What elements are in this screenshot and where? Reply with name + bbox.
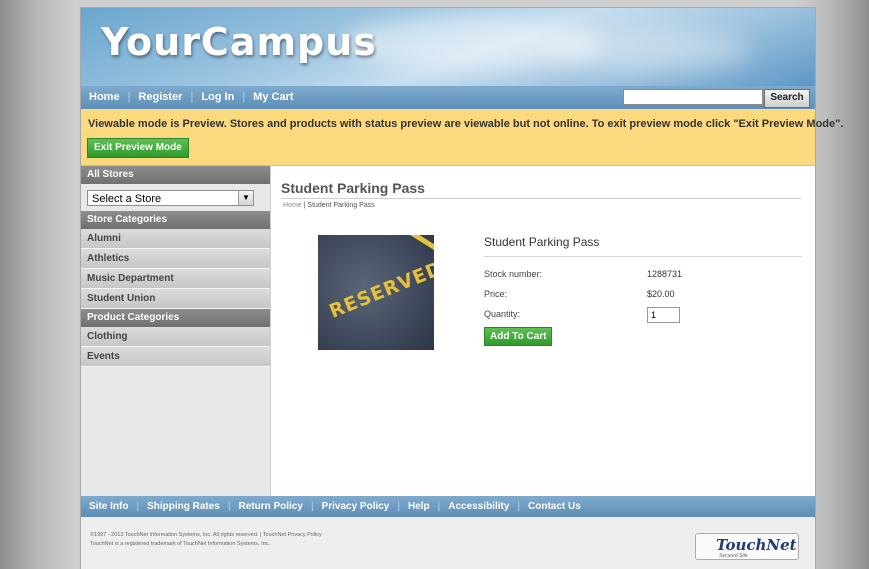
page-title: Student Parking Pass: [281, 180, 425, 196]
store-page: YourCampus Home | Register | Log In | My Cart …: [81, 8, 843, 569]
touchnet-logo-text: TouchNet: [716, 536, 797, 554]
preview-banner: Viewable mode is Preview. Stores and pro…: [81, 109, 843, 166]
quantity-label: Quantity:: [484, 309, 521, 319]
store-select-value: Select a Store: [92, 193, 162, 205]
footer: ©1997 - 2013 TouchNet Information System…: [81, 517, 815, 569]
add-to-cart-button[interactable]: Add To Cart: [484, 327, 553, 346]
touchnet-logo[interactable]: TouchNet Secured Site: [695, 533, 799, 560]
preview-message: Viewable mode is Preview. Stores and pro…: [88, 118, 844, 130]
sidebar-item-events[interactable]: Events: [81, 347, 270, 367]
top-nav: Home | Register | Log In | My Cart Search: [81, 86, 815, 109]
product-image-text: RESERVED: [326, 257, 434, 323]
footer-link-help[interactable]: Help: [408, 501, 430, 512]
footer-link-shipping-rates[interactable]: Shipping Rates: [147, 501, 220, 512]
footer-link-privacy-policy[interactable]: Privacy Policy: [322, 501, 390, 512]
store-categories-header: Store Categories: [81, 211, 270, 229]
search-button[interactable]: Search: [764, 89, 810, 108]
footer-nav: Site Info | Shipping Rates | Return Policy | P…: [81, 496, 815, 517]
nav-login-link[interactable]: Log In: [201, 91, 234, 103]
chevron-down-icon[interactable]: ▼: [238, 191, 253, 205]
nav-register-link[interactable]: Register: [138, 91, 182, 103]
price-label: Price:: [484, 289, 508, 299]
nav-home-link[interactable]: Home: [89, 91, 120, 103]
divider: [281, 198, 801, 199]
store-select[interactable]: Select a Store ▼: [87, 190, 254, 206]
search-input[interactable]: [623, 89, 763, 105]
footer-link-accessibility[interactable]: Accessibility: [448, 501, 509, 512]
sidebar-item-student-union[interactable]: Student Union: [81, 289, 270, 309]
quantity-input[interactable]: 1: [647, 307, 680, 323]
footer-link-contact-us[interactable]: Contact Us: [528, 501, 581, 512]
product-image[interactable]: RESERVED: [318, 235, 434, 350]
sidebar: All Stores Select a Store ▼ Store Catego…: [81, 166, 271, 496]
touchnet-logo-subtext: Secured Site: [719, 553, 748, 559]
product-main: Student Parking Pass Home | Student Park…: [281, 166, 811, 496]
sidebar-item-athletics[interactable]: Athletics: [81, 249, 270, 269]
breadcrumb-current: Student Parking Pass: [307, 202, 375, 209]
stock-number-value: 1288731: [647, 269, 683, 279]
exit-preview-button[interactable]: Exit Preview Mode: [87, 138, 189, 158]
divider: [484, 256, 802, 257]
copyright-text: ©1997 - 2013 TouchNet Information System…: [90, 532, 322, 547]
stock-number-label: Stock number:: [484, 269, 543, 279]
sidebar-item-clothing[interactable]: Clothing: [81, 327, 270, 347]
sidebar-item-alumni[interactable]: Alumni: [81, 229, 270, 249]
breadcrumb-home-link[interactable]: Home: [283, 202, 302, 209]
site-logo[interactable]: YourCampus: [101, 20, 377, 64]
price-value: $20.00: [647, 289, 675, 299]
footer-link-site-info[interactable]: Site Info: [89, 501, 128, 512]
header-banner: YourCampus: [81, 8, 815, 86]
breadcrumb: Home | Student Parking Pass: [283, 202, 375, 209]
nav-cart-link[interactable]: My Cart: [253, 91, 293, 103]
sidebar-item-music-department[interactable]: Music Department: [81, 269, 270, 289]
all-stores-header: All Stores: [81, 166, 270, 184]
product-categories-header: Product Categories: [81, 309, 270, 327]
product-detail-title: Student Parking Pass: [484, 235, 600, 249]
footer-link-return-policy[interactable]: Return Policy: [238, 501, 302, 512]
